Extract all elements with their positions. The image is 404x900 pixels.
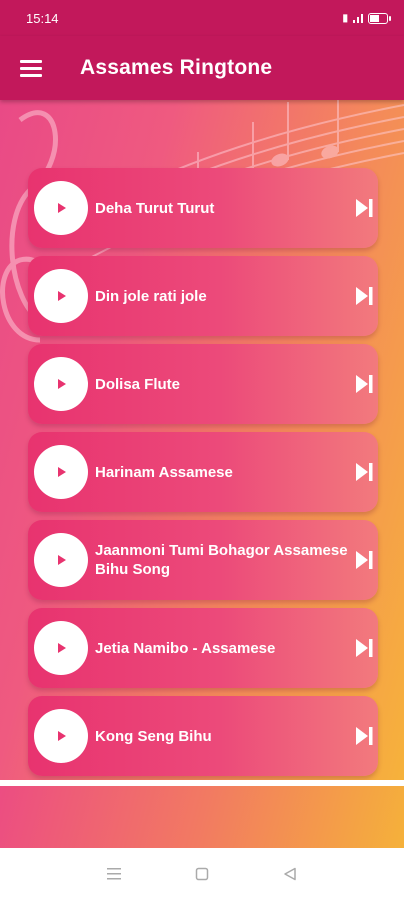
status-icons: ▮ [342, 12, 391, 24]
skip-next-icon[interactable] [355, 286, 373, 306]
play-button[interactable] [34, 709, 88, 763]
signal-icon [353, 13, 363, 23]
ringtone-item[interactable]: Harinam Assamese [28, 432, 378, 512]
back-triangle-icon [284, 867, 296, 881]
home-button[interactable] [190, 862, 214, 886]
skip-next-icon[interactable] [355, 198, 373, 218]
play-button[interactable] [34, 357, 88, 411]
play-icon [58, 643, 66, 653]
sim-icon: ▮ [342, 12, 348, 24]
ringtone-title: Jaanmoni Tumi Bohagor Assamese Bihu Song [95, 542, 348, 578]
ringtone-item[interactable]: Din jole rati jole [28, 256, 378, 336]
ringtone-title: Kong Seng Bihu [95, 727, 212, 745]
back-button[interactable] [278, 862, 302, 886]
play-button[interactable] [34, 445, 88, 499]
hamburger-menu-icon[interactable] [20, 60, 42, 77]
ringtone-list-area[interactable]: Deha Turut Turut Din jole rati jole Doli… [0, 100, 404, 780]
skip-next-icon[interactable] [355, 638, 373, 658]
play-button[interactable] [34, 621, 88, 675]
system-navigation-bar [0, 848, 404, 900]
skip-next-icon[interactable] [355, 726, 373, 746]
status-bar: 15:14 ▮ [0, 0, 404, 36]
ringtone-item[interactable]: Jetia Namibo - Assamese [28, 608, 378, 688]
ringtone-item[interactable]: Deha Turut Turut [28, 168, 378, 248]
play-icon [58, 731, 66, 741]
play-icon [58, 379, 66, 389]
ad-banner-area [0, 786, 404, 848]
play-button[interactable] [34, 533, 88, 587]
ringtone-title: Jetia Namibo - Assamese [95, 639, 276, 657]
app-bar: Assames Ringtone [0, 36, 404, 100]
ringtone-title: Dolisa Flute [95, 375, 181, 393]
ringtone-title: Harinam Assamese [95, 463, 233, 481]
ringtone-item[interactable]: Dolisa Flute [28, 344, 378, 424]
ringtone-title: Deha Turut Turut [95, 199, 215, 217]
app-title: Assames Ringtone [80, 56, 273, 79]
play-icon [58, 291, 66, 301]
ringtone-title: Din jole rati jole [95, 287, 207, 305]
ringtone-item[interactable]: Jaanmoni Tumi Bohagor Assamese Bihu Song [28, 520, 378, 600]
ringtone-item[interactable]: Kong Seng Bihu [28, 696, 378, 776]
play-button[interactable] [34, 181, 88, 235]
skip-next-icon[interactable] [355, 550, 373, 570]
menu-lines-icon [107, 868, 121, 880]
play-icon [58, 203, 66, 213]
square-home-icon [195, 867, 209, 881]
recent-apps-button[interactable] [102, 862, 126, 886]
play-button[interactable] [34, 269, 88, 323]
skip-next-icon[interactable] [355, 462, 373, 482]
play-icon [58, 467, 66, 477]
status-time: 15:14 [26, 10, 59, 26]
battery-icon [368, 12, 391, 24]
skip-next-icon[interactable] [355, 374, 373, 394]
play-icon [58, 555, 66, 565]
